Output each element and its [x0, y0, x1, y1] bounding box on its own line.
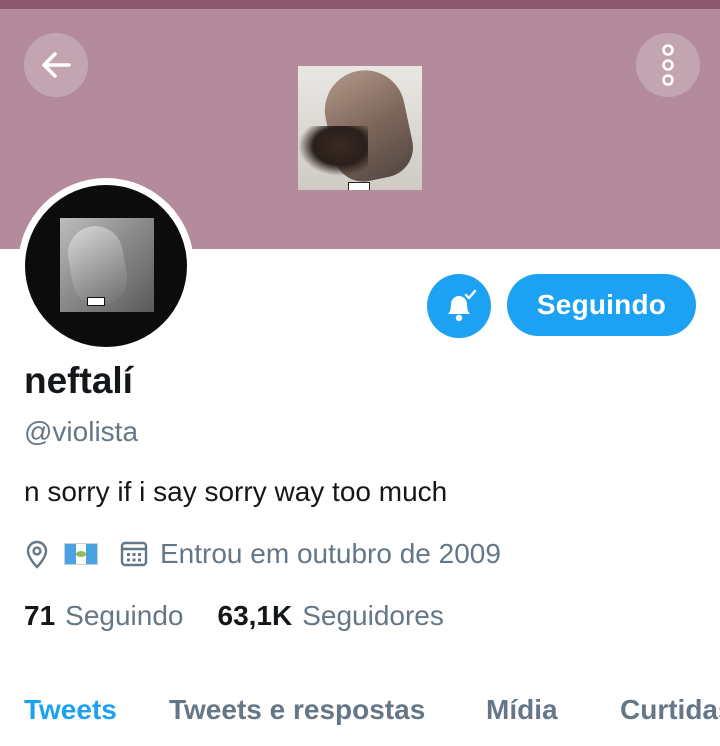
- following-stat[interactable]: 71 Seguindo: [24, 600, 184, 632]
- tab-tweets-replies[interactable]: Tweets e respostas: [169, 694, 425, 726]
- profile-meta: Entrou em outubro de 2009: [24, 536, 501, 572]
- followers-count: 63,1K: [217, 600, 293, 631]
- bell-check-icon: [448, 289, 477, 322]
- back-button[interactable]: [24, 33, 88, 97]
- more-options-button[interactable]: [636, 33, 700, 97]
- followers-label: Seguidores: [302, 600, 444, 631]
- location-pin-icon: [24, 539, 50, 569]
- banner-album-cover: [298, 66, 422, 190]
- avatar[interactable]: [25, 185, 187, 347]
- guatemala-flag-icon: [64, 543, 98, 565]
- top-accent-bar: [0, 0, 720, 9]
- tab-likes[interactable]: Curtidas: [620, 694, 720, 726]
- followers-stat[interactable]: 63,1K Seguidores: [218, 600, 444, 632]
- arrow-left-icon: [42, 52, 71, 78]
- calendar-icon: [120, 540, 148, 568]
- tab-media[interactable]: Mídia: [486, 694, 558, 726]
- profile-name: neftalí: [24, 360, 133, 401]
- following-count: 71: [24, 600, 56, 631]
- following-label: Seguindo: [65, 600, 184, 631]
- joined-date: Entrou em outubro de 2009: [160, 538, 501, 569]
- tab-tweets[interactable]: Tweets: [24, 694, 117, 726]
- profile-bio: n sorry if i say sorry way too much: [24, 476, 448, 507]
- profile-tabs: Tweets Tweets e respostas Mídia Curtidas: [0, 686, 720, 746]
- following-button[interactable]: Seguindo: [507, 274, 696, 336]
- profile-stats: 71 Seguindo 63,1K Seguidores: [24, 600, 444, 632]
- more-vertical-icon: [662, 44, 674, 86]
- notifications-button[interactable]: [427, 274, 491, 338]
- profile-handle: @violista: [24, 416, 139, 447]
